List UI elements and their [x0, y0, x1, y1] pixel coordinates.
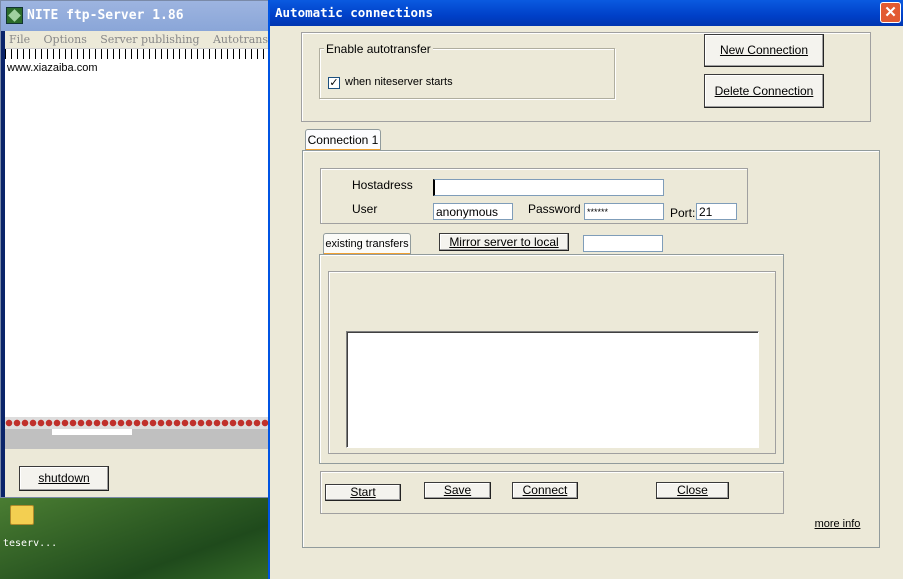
mirror-target-input[interactable] [583, 235, 663, 252]
delete-connection-label: Delete Connection [715, 84, 814, 98]
connect-button[interactable]: Connect [512, 482, 578, 499]
close-button[interactable]: Close [656, 482, 729, 499]
menu-options[interactable]: Options [44, 33, 87, 46]
start-button-label: Start [350, 485, 375, 499]
activity-indicator-bottom [5, 417, 269, 429]
main-log-list[interactable]: www.xiazaiba.com [5, 59, 269, 417]
app-icon [6, 7, 23, 24]
tab-existing-transfers[interactable]: existing transfers [323, 233, 411, 255]
folder-icon[interactable] [10, 505, 34, 525]
dialog-titlebar[interactable]: Automatic connections ✕ [270, 0, 903, 26]
user-label: User [352, 202, 377, 216]
user-input[interactable]: anonymous [433, 203, 513, 220]
port-label: Port: [670, 206, 695, 220]
close-icon[interactable]: ✕ [880, 2, 901, 23]
password-input[interactable]: ****** [584, 203, 664, 220]
tab-connection-1[interactable]: Connection 1 [305, 129, 381, 151]
activity-indicator-top [5, 48, 269, 59]
desktop-icon-label[interactable]: teserv... [3, 538, 57, 549]
status-chip [52, 429, 132, 435]
password-label: Password [528, 202, 581, 216]
menu-file[interactable]: File [9, 33, 30, 46]
start-button[interactable]: Start [325, 484, 401, 501]
new-connection-label: New Connection [720, 43, 808, 57]
transfers-tab-body [319, 254, 784, 464]
credentials-panel: Hostadress User anonymous Password *****… [320, 168, 748, 224]
dialog-title: Automatic connections [275, 5, 433, 20]
automatic-connections-dialog: Automatic connections ✕ Enable autotrans… [268, 0, 903, 579]
mirror-server-button[interactable]: Mirror server to local [439, 233, 569, 251]
connect-button-label: Connect [523, 483, 568, 497]
hostadress-input[interactable] [433, 179, 664, 196]
shutdown-button[interactable]: shutdown [19, 466, 109, 491]
more-info-label: more info [815, 518, 861, 530]
bottom-button-panel: Start Save Connect Close [320, 471, 784, 514]
main-status-bar [5, 429, 269, 449]
list-item[interactable]: www.xiazaiba.com [7, 62, 97, 74]
main-window: NITE ftp-Server 1.86 File Options Server… [0, 0, 268, 498]
main-titlebar[interactable]: NITE ftp-Server 1.86 [1, 1, 269, 31]
hostadress-label: Hostadress [352, 178, 413, 192]
mirror-server-label: Mirror server to local [449, 235, 558, 249]
autotransfer-group: Enable autotransfer ✓ when niteserver st… [319, 48, 615, 99]
desktop: teserv... [0, 498, 268, 579]
port-input[interactable]: 21 [696, 203, 737, 220]
main-menubar: File Options Server publishing Autotrans [5, 31, 269, 48]
shutdown-button-label: shutdown [38, 471, 89, 485]
transfers-inner-panel [328, 271, 776, 454]
main-bottom-panel: shutdown [5, 449, 269, 497]
tab-existing-transfers-label: existing transfers [325, 238, 408, 250]
save-button-label: Save [444, 483, 471, 497]
main-window-title: NITE ftp-Server 1.86 [27, 8, 184, 23]
transfers-list[interactable] [346, 331, 759, 448]
new-connection-button[interactable]: New Connection [704, 34, 824, 67]
close-button-label: Close [677, 483, 708, 497]
menu-server-publishing[interactable]: Server publishing [100, 33, 199, 46]
top-panel: Enable autotransfer ✓ when niteserver st… [301, 32, 871, 122]
tab-connection-1-label: Connection 1 [308, 133, 379, 147]
delete-connection-button[interactable]: Delete Connection [704, 74, 824, 108]
autotransfer-checkbox[interactable]: ✓ [328, 77, 340, 89]
save-button[interactable]: Save [424, 482, 491, 499]
autotransfer-checkbox-label[interactable]: when niteserver starts [345, 76, 453, 88]
autotransfer-group-label: Enable autotransfer [324, 42, 433, 56]
more-info-button[interactable]: more info [805, 517, 870, 534]
menu-autotransfer[interactable]: Autotrans [213, 33, 268, 46]
